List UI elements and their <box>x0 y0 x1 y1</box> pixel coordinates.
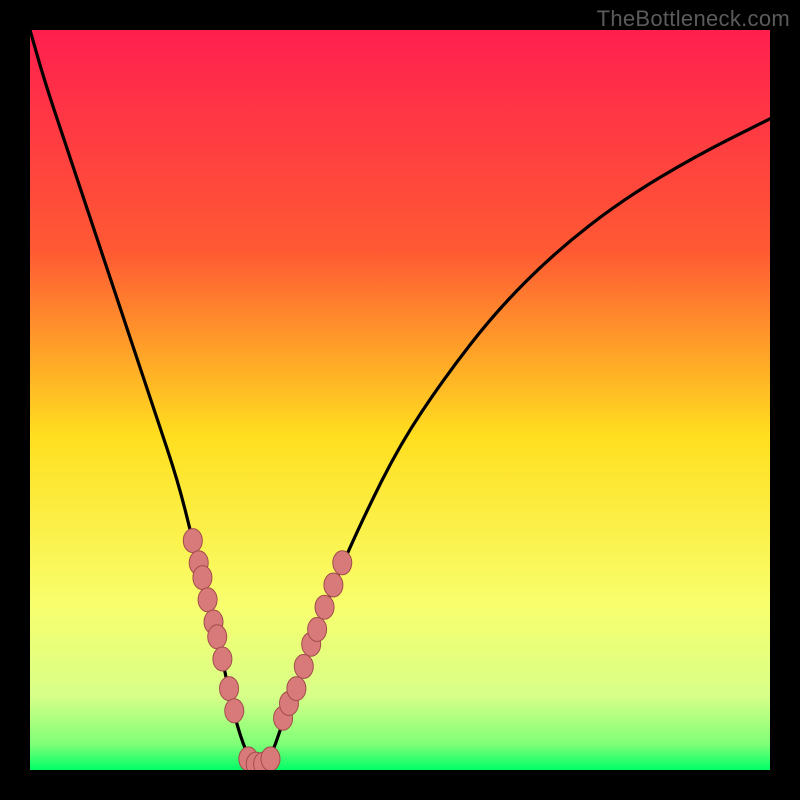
bottleneck-chart <box>30 30 770 770</box>
data-dot <box>308 617 327 641</box>
data-dot <box>220 677 239 701</box>
data-dot <box>225 699 244 723</box>
data-dot <box>213 647 232 671</box>
data-dot <box>315 595 334 619</box>
data-dot <box>333 551 352 575</box>
gradient-background <box>30 30 770 770</box>
watermark-text: TheBottleneck.com <box>597 6 790 32</box>
data-dot <box>287 677 306 701</box>
data-dot <box>261 747 280 770</box>
data-dot <box>183 529 202 553</box>
chart-frame: TheBottleneck.com <box>0 0 800 800</box>
data-dot <box>193 566 212 590</box>
data-dot <box>324 573 343 597</box>
data-dot <box>198 588 217 612</box>
data-dot <box>294 654 313 678</box>
plot-area <box>30 30 770 770</box>
data-dot <box>208 625 227 649</box>
